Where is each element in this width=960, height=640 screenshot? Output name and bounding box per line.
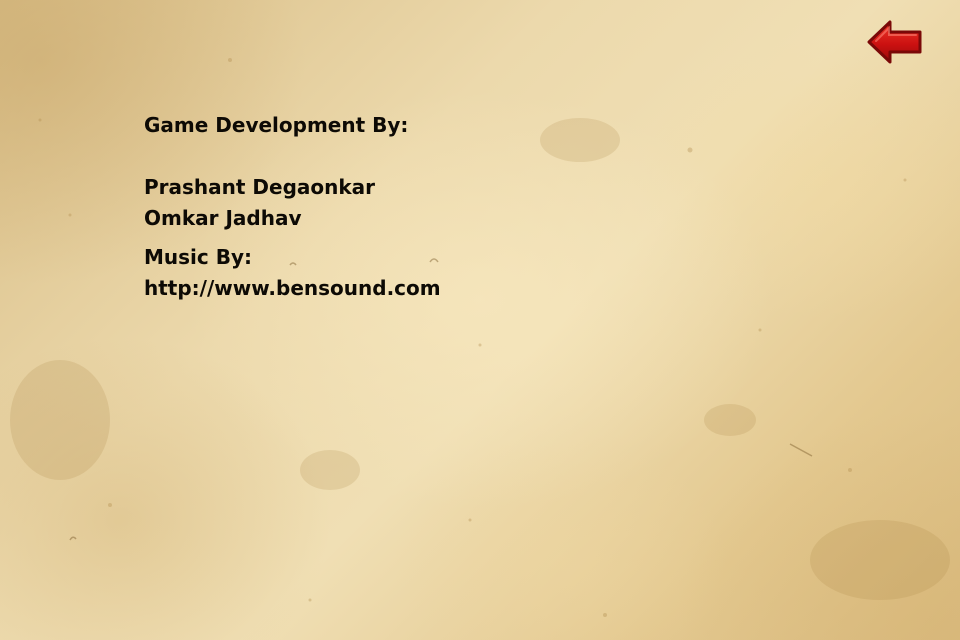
- music-heading: Music By:: [144, 245, 252, 269]
- red-left-arrow-icon: [867, 20, 922, 64]
- developer-name: Prashant Degaonkar: [144, 175, 376, 199]
- music-source-link: http://www.bensound.com: [144, 276, 441, 300]
- credits-screen: Game Development By: Prashant Degaonkar …: [0, 0, 960, 640]
- back-button[interactable]: [866, 18, 924, 66]
- credits-text: Game Development By: Prashant Degaonkar …: [144, 110, 644, 304]
- parchment-texture: [10, 58, 950, 617]
- development-heading: Game Development By:: [144, 113, 409, 137]
- developer-name: Omkar Jadhav: [144, 206, 302, 230]
